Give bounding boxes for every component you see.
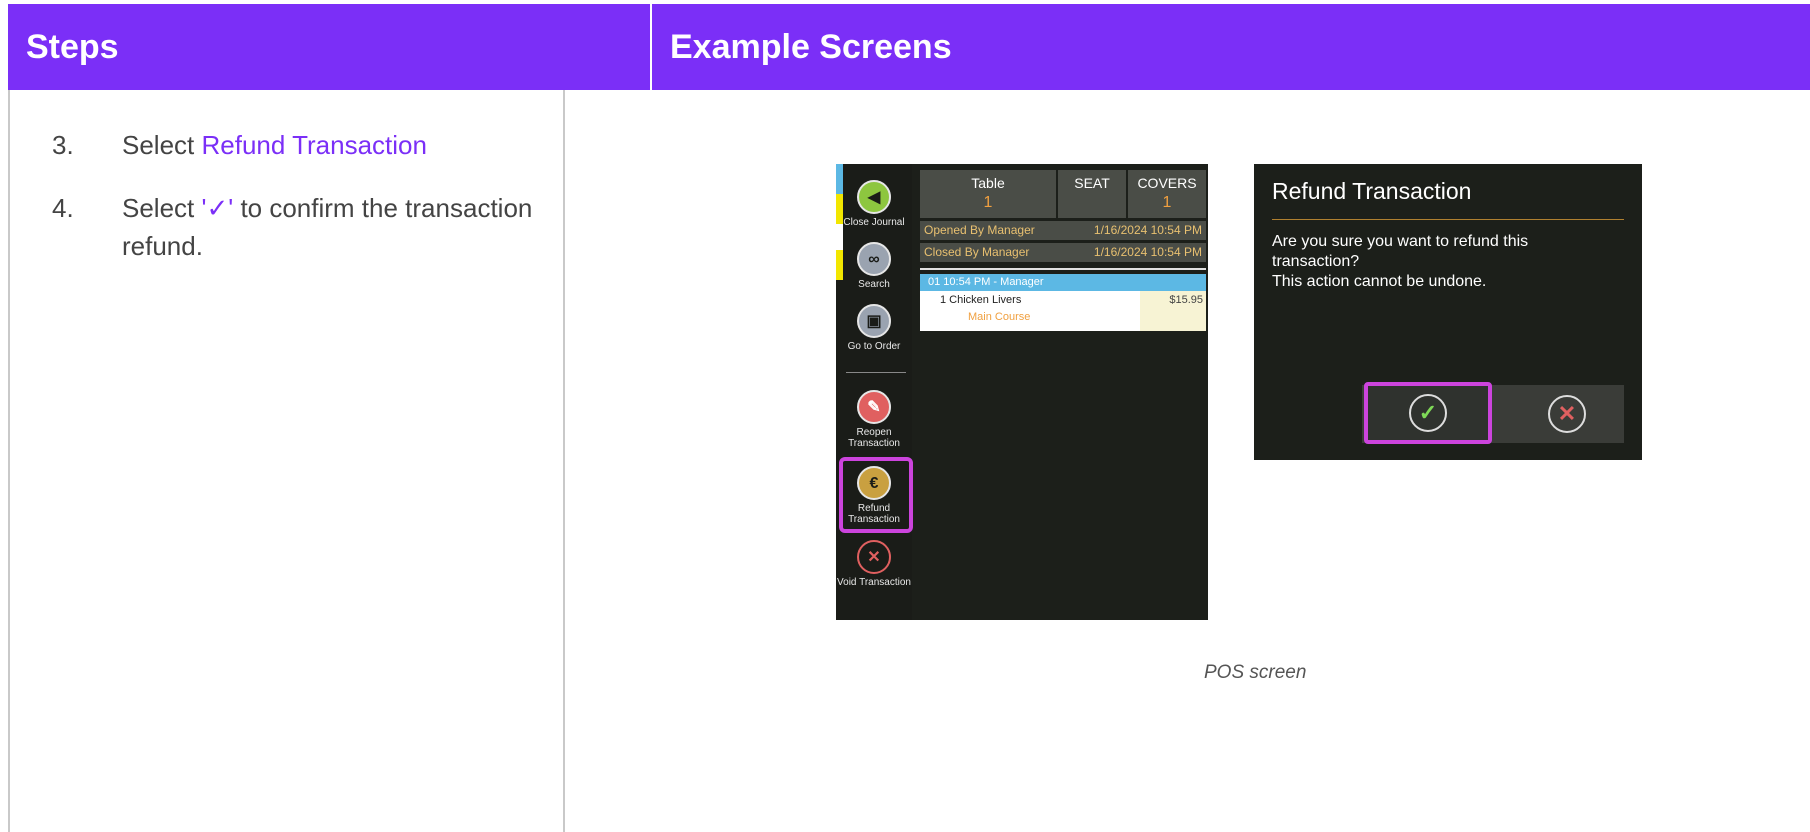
sidebar-label: Void Transaction	[837, 577, 911, 588]
table-cell: Table 1	[920, 170, 1056, 218]
cancel-button[interactable]: ✕	[1510, 385, 1624, 443]
close-journal-button[interactable]: ◀ Close Journal	[836, 180, 912, 228]
step-number: 3.	[52, 130, 74, 160]
sidebar-label: Close Journal	[843, 217, 905, 228]
back-arrow-icon: ◀	[857, 180, 891, 214]
closed-bar: Closed By Manager 1/16/2024 10:54 PM	[920, 243, 1206, 262]
confirm-check-link[interactable]: '✓'	[202, 193, 234, 223]
step-number: 4.	[52, 193, 74, 223]
table-header: Steps Example Screens	[8, 4, 1810, 90]
refund-transaction-link[interactable]: Refund Transaction	[202, 130, 427, 160]
item-course: Main Course	[968, 311, 1031, 323]
dialog-message: Are you sure you want to refund this tra…	[1272, 233, 1529, 290]
step-prefix: Select	[122, 193, 202, 223]
step-text: Select '✓' to confirm the transaction re…	[122, 189, 602, 265]
covers-value: 1	[1162, 194, 1172, 211]
sidebar-separator	[846, 372, 906, 373]
order-icon: ▣	[857, 304, 891, 338]
item-name: 1 Chicken Livers	[940, 294, 1022, 306]
go-to-order-button[interactable]: ▣ Go to Order	[836, 304, 912, 352]
check-icon: ✓	[1409, 394, 1447, 432]
order-item-row[interactable]: 1 Chicken Livers Main Course $15.95	[920, 291, 1206, 331]
pos-journal-screenshot: ◀ Close Journal ∞ Search ▣ Go to Order ✎…	[836, 164, 1208, 620]
sidebar-label: Reopen Transaction	[848, 427, 900, 449]
step-text: Select Refund Transaction	[122, 126, 602, 164]
opened-bar: Opened By Manager 1/16/2024 10:54 PM	[920, 221, 1206, 240]
close-icon: ✕	[1548, 395, 1586, 433]
journal-sidebar: ◀ Close Journal ∞ Search ▣ Go to Order ✎…	[836, 164, 913, 620]
refund-dialog-screenshot: Refund Transaction Are you sure you want…	[1254, 164, 1642, 460]
left-border	[8, 90, 10, 832]
seat-cell: SEAT	[1058, 170, 1126, 218]
table-label: Table	[971, 175, 1005, 191]
step-prefix: Select	[122, 130, 202, 160]
confirm-button[interactable]: ✓	[1364, 382, 1492, 444]
sidebar-label: Go to Order	[847, 341, 901, 352]
void-transaction-button[interactable]: ✕ Void Transaction	[836, 540, 912, 588]
refund-highlight	[839, 457, 913, 533]
search-button[interactable]: ∞ Search	[836, 242, 912, 290]
covers-label: COVERS	[1137, 175, 1197, 191]
examples-header: Example Screens	[670, 27, 952, 66]
opened-label: Opened By Manager	[924, 223, 1035, 237]
opened-time: 1/16/2024 10:54 PM	[1093, 223, 1202, 237]
item-price: $15.95	[1140, 291, 1206, 331]
order-item-header[interactable]: 01 10:54 PM - Manager	[920, 274, 1206, 291]
dialog-rule	[1272, 219, 1624, 220]
sidebar-label: Search	[858, 279, 890, 290]
covers-cell: COVERS 1	[1128, 170, 1206, 218]
closed-label: Closed By Manager	[924, 245, 1030, 259]
journal-divider	[920, 268, 1206, 270]
reopen-transaction-button[interactable]: ✎ Reopen Transaction	[836, 390, 912, 449]
eraser-icon: ✎	[857, 390, 891, 424]
steps-header: Steps	[26, 27, 119, 66]
closed-time: 1/16/2024 10:54 PM	[1093, 245, 1202, 259]
void-x-icon: ✕	[857, 540, 891, 574]
binoculars-icon: ∞	[857, 242, 891, 276]
image-caption: POS screen	[1204, 662, 1307, 683]
seat-label: SEAT	[1074, 175, 1110, 191]
dialog-title: Refund Transaction	[1272, 178, 1472, 204]
table-value: 1	[983, 194, 993, 211]
